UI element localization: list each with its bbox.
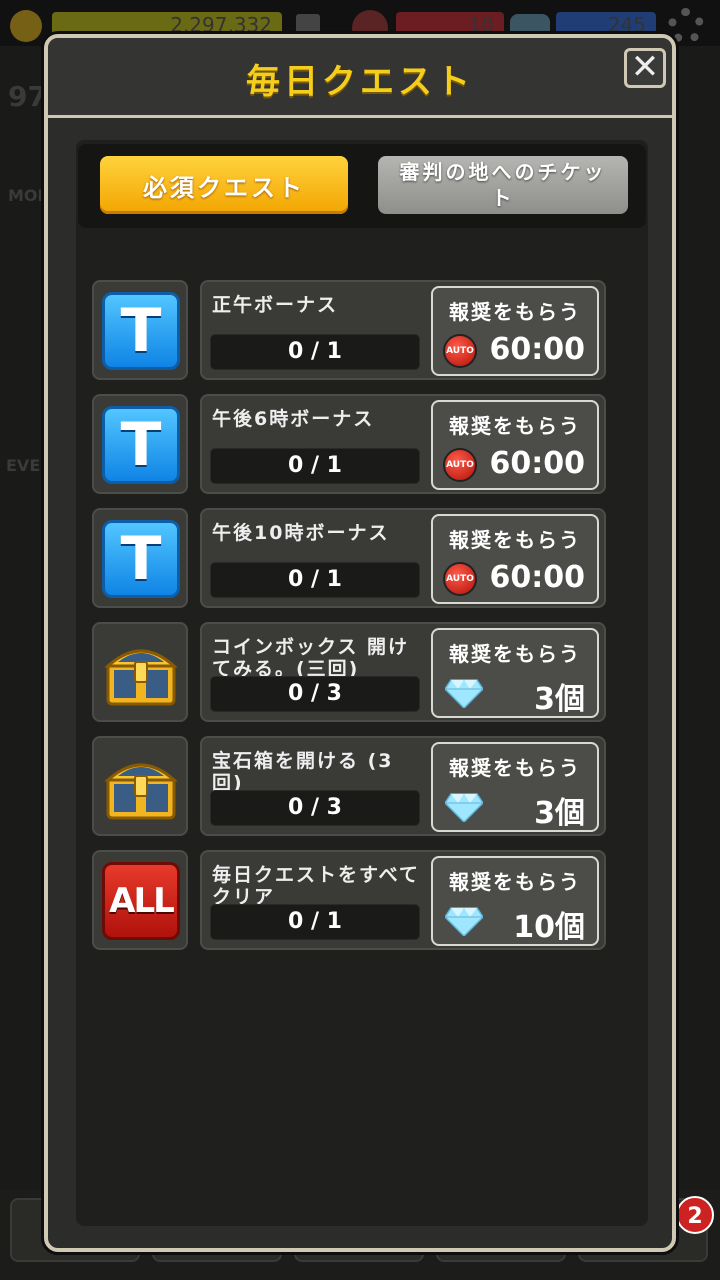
quest-name: 正午ボーナス	[212, 294, 339, 316]
claim-reward-button[interactable]: 報奨をもらう 3個	[431, 742, 599, 832]
claim-reward-label: 報奨をもらう	[449, 414, 581, 438]
daily-quest-dialog: 毎日クエスト ✕ 必須クエスト 審判の地へのチケット T 正午ボーナス 0 / …	[44, 34, 676, 1252]
reward-amount: 3個	[534, 682, 585, 717]
reward-amount: 60:00	[489, 446, 586, 481]
quest-row-5: 宝石箱を開ける (3回) 0 / 3 報奨をもらう 3個	[92, 736, 606, 840]
reward-amount: 10個	[513, 910, 585, 945]
claim-reward-button[interactable]: 報奨をもらう 60:00 AUTO	[431, 514, 599, 604]
auto-badge-icon: AUTO	[443, 334, 477, 368]
treasure-chest-icon	[102, 634, 180, 712]
reward-amount: 60:00	[489, 560, 586, 595]
auto-badge-icon: AUTO	[443, 562, 477, 596]
quest-progress: 0 / 1	[210, 334, 420, 370]
dialog-title: 毎日クエスト	[246, 62, 474, 102]
claim-reward-label: 報奨をもらう	[449, 642, 581, 666]
tab-judgment-ticket[interactable]: 審判の地へのチケット	[378, 156, 628, 214]
reward-amount: 60:00	[489, 332, 586, 367]
quest-row-1: T 正午ボーナス 0 / 1 報奨をもらう 60:00 AUTO	[92, 280, 606, 384]
quest-row-2: T 午後6時ボーナス 0 / 1 報奨をもらう 60:00 AUTO	[92, 394, 606, 498]
claim-reward-label: 報奨をもらう	[449, 300, 581, 324]
notification-badge: 2	[676, 1196, 714, 1234]
quest-progress: 0 / 3	[210, 676, 420, 712]
quest-icon-frame: T	[92, 280, 188, 380]
quest-info-panel: 宝石箱を開ける (3回) 0 / 3 報奨をもらう 3個	[200, 736, 606, 836]
auto-badge-icon: AUTO	[443, 448, 477, 482]
gear-icon[interactable]	[668, 8, 704, 44]
quest-icon-frame: T	[92, 394, 188, 494]
ticket-t-icon: T	[102, 292, 180, 370]
claim-reward-button[interactable]: 報奨をもらう 3個	[431, 628, 599, 718]
dialog-header: 毎日クエスト ✕	[48, 38, 672, 118]
dialog-body: 必須クエスト 審判の地へのチケット T 正午ボーナス 0 / 1 報奨をもらう …	[76, 140, 648, 1226]
ticket-t-icon: T	[102, 520, 180, 598]
treasure-chest-icon	[102, 748, 180, 826]
reward-amount: 3個	[534, 796, 585, 831]
quest-info-panel: コインボックス 開けてみる。(三回) 0 / 3 報奨をもらう 3個	[200, 622, 606, 722]
claim-reward-button[interactable]: 報奨をもらう 60:00 AUTO	[431, 400, 599, 490]
quest-progress: 0 / 1	[210, 904, 420, 940]
claim-reward-label: 報奨をもらう	[449, 528, 581, 552]
diamond-gem-icon	[444, 906, 484, 938]
ticket-t-icon: T	[102, 406, 180, 484]
quest-progress: 0 / 1	[210, 448, 420, 484]
quest-info-panel: 午後6時ボーナス 0 / 1 報奨をもらう 60:00 AUTO	[200, 394, 606, 494]
diamond-gem-icon	[444, 678, 484, 710]
quest-icon-frame	[92, 622, 188, 722]
quest-icon-frame: T	[92, 508, 188, 608]
diamond-gem-icon	[444, 792, 484, 824]
quest-name: 午後10時ボーナス	[212, 522, 390, 544]
quest-name: コインボックス 開けてみる。(三回)	[212, 636, 410, 680]
tab-required-quests[interactable]: 必須クエスト	[100, 156, 348, 214]
quest-progress: 0 / 3	[210, 790, 420, 826]
quest-name: 宝石箱を開ける (3回)	[212, 750, 394, 794]
claim-reward-button[interactable]: 報奨をもらう 60:00 AUTO	[431, 286, 599, 376]
quest-icon-frame	[92, 736, 188, 836]
quest-row-6: ALL 毎日クエストをすべてクリア 0 / 1 報奨をもらう 10個	[92, 850, 606, 954]
quest-row-4: コインボックス 開けてみる。(三回) 0 / 3 報奨をもらう 3個	[92, 622, 606, 726]
all-clear-icon: ALL	[102, 862, 180, 940]
claim-reward-label: 報奨をもらう	[449, 870, 581, 894]
quest-name: 毎日クエストをすべてクリア	[212, 864, 420, 908]
bg-level-97: 97	[8, 80, 47, 113]
quest-name: 午後6時ボーナス	[212, 408, 375, 430]
coin-icon	[10, 10, 42, 42]
close-icon: ✕	[630, 47, 660, 87]
quest-info-panel: 午後10時ボーナス 0 / 1 報奨をもらう 60:00 AUTO	[200, 508, 606, 608]
claim-reward-button[interactable]: 報奨をもらう 10個	[431, 856, 599, 946]
quest-row-3: T 午後10時ボーナス 0 / 1 報奨をもらう 60:00 AUTO	[92, 508, 606, 612]
tab-strip: 必須クエスト 審判の地へのチケット	[78, 144, 646, 228]
claim-reward-label: 報奨をもらう	[449, 756, 581, 780]
quest-icon-frame: ALL	[92, 850, 188, 950]
quest-info-panel: 正午ボーナス 0 / 1 報奨をもらう 60:00 AUTO	[200, 280, 606, 380]
quest-progress: 0 / 1	[210, 562, 420, 598]
close-button[interactable]: ✕	[624, 48, 666, 88]
quest-info-panel: 毎日クエストをすべてクリア 0 / 1 報奨をもらう 10個	[200, 850, 606, 950]
